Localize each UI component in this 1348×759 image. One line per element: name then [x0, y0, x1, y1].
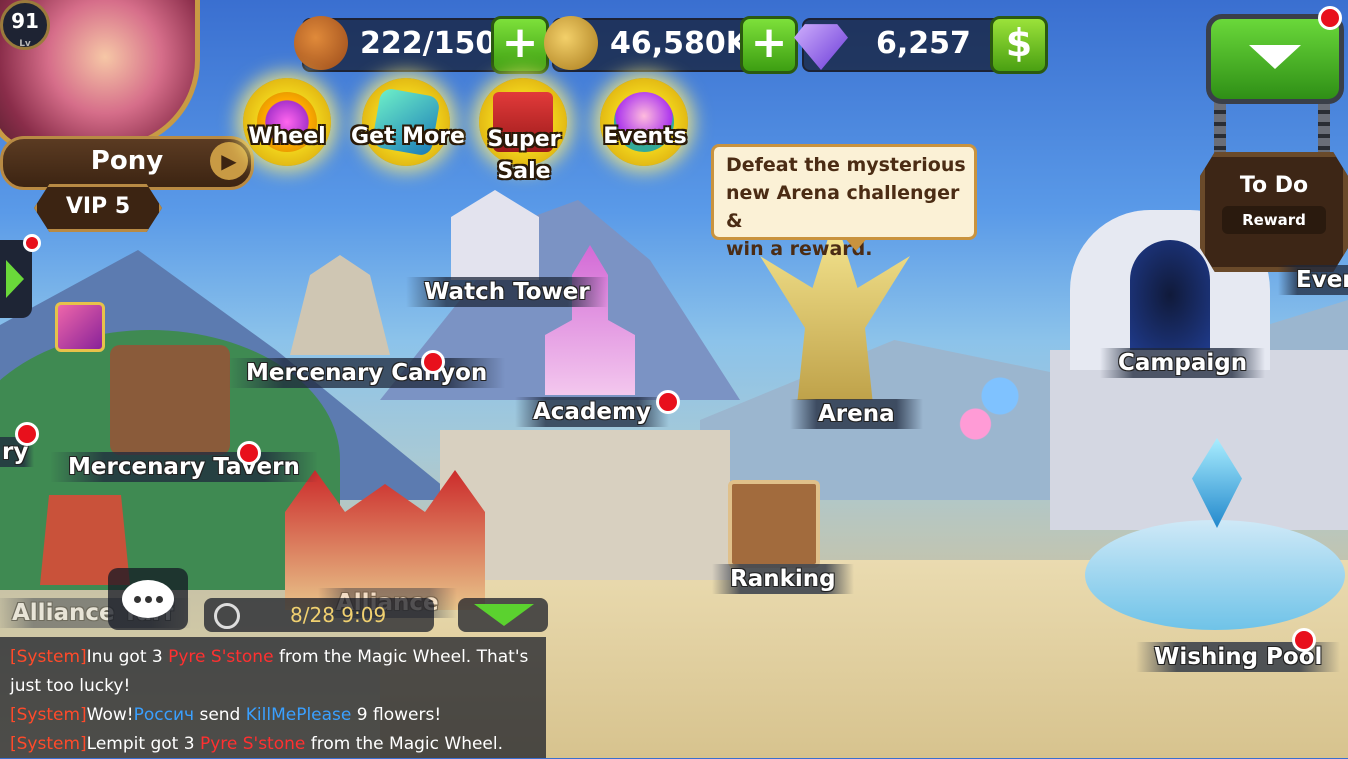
chat-log[interactable]: [System]Inu got 3 Pyre S'stone from the … — [0, 637, 546, 758]
todo-reward-sign[interactable]: To Do Reward — [1200, 152, 1348, 272]
server-time: 8/28 9:09 — [290, 603, 387, 627]
chevron-down-icon — [1249, 45, 1301, 69]
server-time-bar: 8/28 9:09 — [204, 598, 434, 632]
add-stamina-button[interactable]: + — [491, 16, 549, 74]
events-button[interactable] — [600, 78, 688, 166]
notification-dot — [237, 441, 261, 465]
chat-message: [System]Inu got 3 Pyre S'stone from the … — [10, 643, 536, 701]
wishing-pool-fountain[interactable] — [1085, 520, 1345, 630]
ranking-board[interactable] — [728, 480, 820, 568]
gem-bar: 6,257 — [794, 18, 1016, 72]
chat-item-name: Pyre S'stone — [168, 647, 274, 667]
notification-dot — [23, 234, 41, 252]
buy-gems-button[interactable]: $ — [990, 16, 1048, 74]
chat-collapse-button[interactable] — [458, 598, 548, 632]
notification-dot — [15, 422, 39, 446]
chat-player-name[interactable]: Россич — [134, 705, 194, 725]
gem-value: 6,257 — [876, 26, 971, 61]
chat-bubble-icon — [122, 580, 174, 618]
player-level: 91 — [11, 9, 39, 33]
stamina-value: 222/150 — [360, 26, 497, 61]
building-label-ranking[interactable]: Ranking — [712, 564, 854, 594]
add-gold-button[interactable]: + — [740, 16, 798, 74]
chat-item-name: Pyre S'stone — [199, 734, 306, 754]
player-name: Pony — [90, 146, 164, 176]
gold-bar: 46,580K — [544, 16, 766, 72]
tooltip-line3: win a reward. — [726, 238, 873, 260]
stamina-bar: 222/150 — [294, 16, 516, 72]
chat-message: [System]Lempit got 3 Pyre S'stone from t… — [10, 730, 536, 759]
chevron-down-icon — [474, 604, 534, 626]
mercenary-tavern-building[interactable] — [110, 345, 230, 455]
player-level-label: Lv — [19, 39, 31, 49]
player-level-badge: 91 Lv — [0, 0, 50, 50]
notification-dot — [1318, 6, 1342, 30]
chat-text: Inu got 3 — [86, 647, 169, 667]
notification-dot — [656, 390, 680, 414]
chat-message: [System]Wow!Россич send KillMePlease 9 f… — [10, 701, 536, 730]
super-sale-line2: Sale — [497, 159, 551, 184]
tooltip-line2: new Arena challenger & — [726, 182, 960, 232]
chat-system-tag: [System] — [10, 734, 87, 754]
notification-dot — [1292, 628, 1316, 652]
get-more-label: Get More — [351, 124, 465, 149]
building-label-events[interactable]: Event — [1278, 265, 1348, 295]
chat-player-name[interactable]: KillMePlease — [246, 705, 352, 725]
get-more-button[interactable] — [362, 78, 450, 166]
building-label-watch-tower[interactable]: Watch Tower — [406, 277, 608, 307]
building-label-arena[interactable]: Arena — [790, 399, 923, 429]
clock-icon — [214, 603, 240, 629]
chat-text: from the Magic Wheel. — [305, 734, 504, 754]
building-label-campaign[interactable]: Campaign — [1100, 348, 1266, 378]
balloons — [958, 375, 1028, 445]
super-sale-line1: Super — [487, 127, 561, 152]
diamond-icon — [794, 24, 848, 70]
chat-text: Lempit got 3 — [86, 734, 200, 754]
chat-text: send — [194, 705, 246, 725]
expand-arrow-icon — [6, 260, 24, 298]
building-label-mercenary-canyon[interactable]: Mercenary Canyon — [228, 358, 506, 388]
player-name-bar[interactable]: Pony ▶ — [0, 136, 254, 190]
vip-badge[interactable]: VIP 5 — [34, 184, 162, 232]
chat-text: Wow! — [86, 705, 134, 725]
chat-system-tag: [System] — [10, 647, 87, 667]
super-sale-label: Super Sale — [474, 124, 574, 188]
side-expand-button[interactable] — [0, 240, 32, 318]
gold-coin-icon — [544, 16, 598, 70]
todo-title: To Do — [1239, 173, 1309, 198]
campaign-portal-core — [1130, 240, 1210, 350]
chat-text: 9 flowers! — [351, 705, 442, 725]
mercenary-canyon-building[interactable] — [290, 255, 390, 355]
building-label-academy[interactable]: Academy — [515, 397, 669, 427]
notification-dot — [421, 350, 445, 374]
building-label-mercenary-tavern[interactable]: Mercenary Tavern — [50, 452, 318, 482]
crystal-chest-icon[interactable] — [55, 302, 105, 352]
events-label: Events — [603, 124, 687, 149]
tooltip-line1: Defeat the mysterious — [726, 154, 966, 176]
wheel-button[interactable] — [243, 78, 331, 166]
gold-value: 46,580K — [610, 26, 750, 61]
todo-subtitle: Reward — [1222, 206, 1326, 234]
wheel-label: Wheel — [248, 124, 326, 149]
meat-icon — [294, 16, 348, 70]
watch-tower-building[interactable] — [451, 190, 539, 280]
arena-tooltip[interactable]: Defeat the mysterious new Arena challeng… — [711, 144, 977, 260]
chat-system-tag: [System] — [10, 705, 87, 725]
